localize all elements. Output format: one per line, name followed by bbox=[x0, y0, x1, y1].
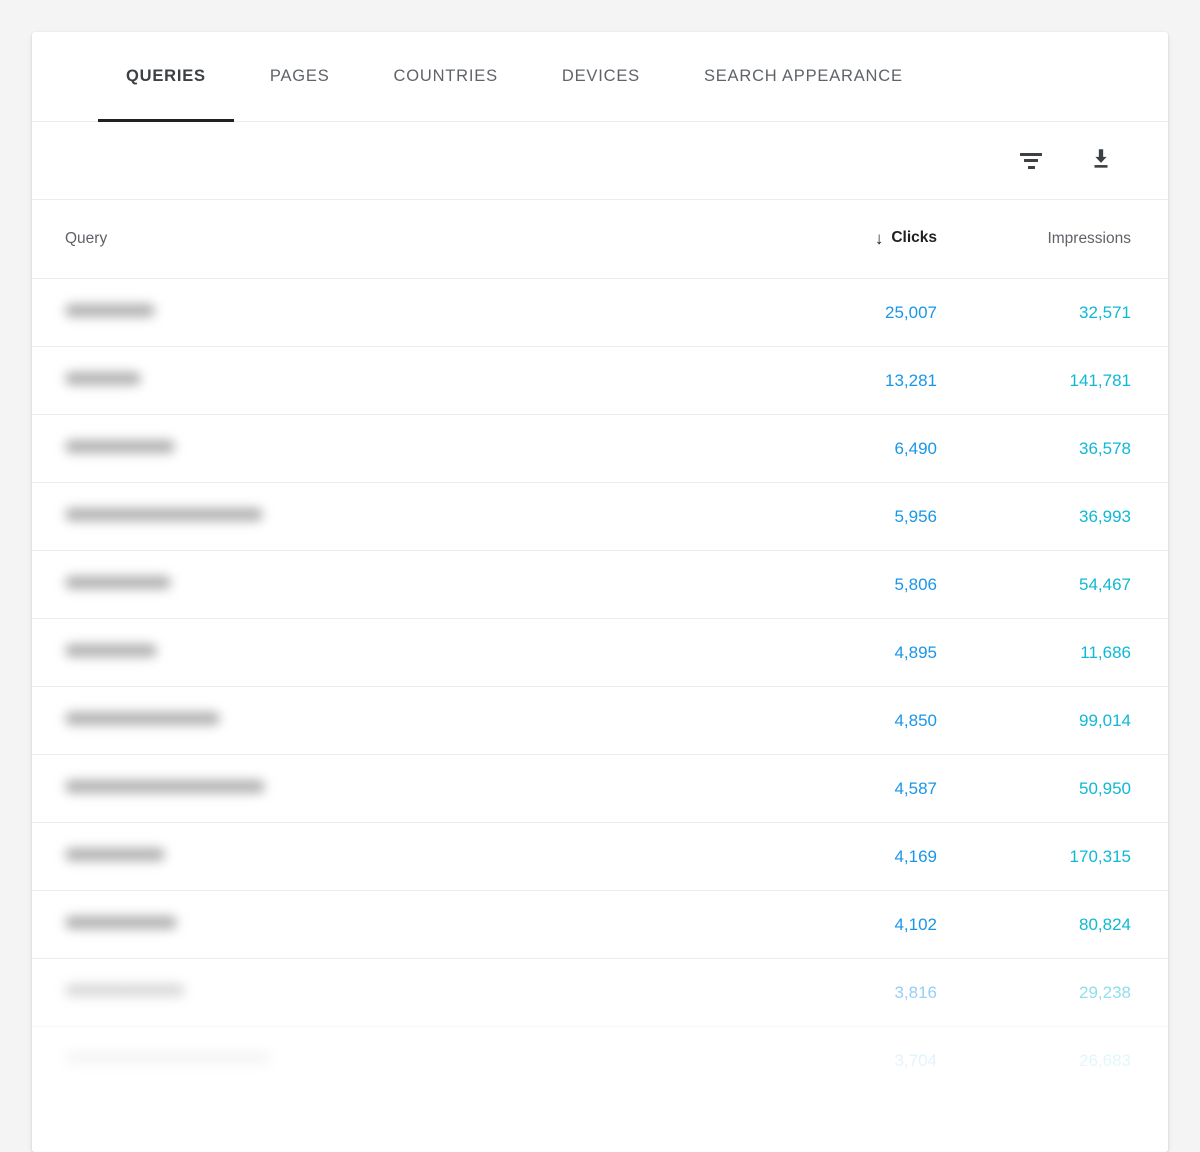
cell-query: cpa marketing bbox=[32, 1120, 718, 1138]
cell-clicks: 3,816 bbox=[718, 983, 968, 1003]
filter-icon bbox=[1019, 151, 1043, 171]
cell-impressions: 29,238 bbox=[968, 983, 1168, 1003]
cell-clicks: 25,007 bbox=[718, 303, 968, 323]
redacted-query-text bbox=[65, 440, 175, 453]
redacted-query-text bbox=[65, 916, 177, 929]
table-row[interactable]: 13,281141,781 bbox=[32, 347, 1168, 415]
cell-query bbox=[32, 848, 718, 866]
cell-impressions: 54,467 bbox=[968, 575, 1168, 595]
active-tab-indicator bbox=[98, 119, 234, 122]
table-row[interactable]: 5,80654,467 bbox=[32, 551, 1168, 619]
table-row[interactable]: 6,49036,578 bbox=[32, 415, 1168, 483]
cell-clicks: 13,281 bbox=[718, 371, 968, 391]
table-row[interactable]: 5,95636,993 bbox=[32, 483, 1168, 551]
table-row[interactable]: 3,81629,238 bbox=[32, 959, 1168, 1027]
table-row[interactable]: 3,70426,683 bbox=[32, 1027, 1168, 1095]
redacted-query-text bbox=[65, 508, 263, 521]
redacted-query-text bbox=[65, 1052, 270, 1065]
cell-impressions: 26,683 bbox=[968, 1051, 1168, 1071]
redacted-query-text bbox=[65, 644, 157, 657]
table-header-row: Query ↓ Clicks Impressions bbox=[32, 200, 1168, 279]
filter-button[interactable] bbox=[1014, 144, 1048, 178]
download-icon bbox=[1088, 146, 1114, 175]
cell-query bbox=[32, 372, 718, 390]
table-row[interactable]: 4,10280,824 bbox=[32, 891, 1168, 959]
tab-bar: QUERIES PAGES COUNTRIES DEVICES SEARCH APPEA… bbox=[32, 32, 1168, 122]
redacted-query-text bbox=[65, 780, 265, 793]
cell-query bbox=[32, 440, 718, 458]
cell-query bbox=[32, 508, 718, 526]
cell-impressions: 36,578 bbox=[968, 439, 1168, 459]
cell-clicks: 3,441 bbox=[718, 1119, 968, 1139]
cell-clicks: 4,895 bbox=[718, 643, 968, 663]
tab-countries[interactable]: COUNTRIES bbox=[362, 32, 530, 122]
table-toolbar bbox=[32, 122, 1168, 200]
cell-impressions: 50,950 bbox=[968, 779, 1168, 799]
cell-query bbox=[32, 780, 718, 798]
cell-query bbox=[32, 1052, 718, 1070]
cell-query bbox=[32, 916, 718, 934]
cell-impressions: 11,686 bbox=[968, 643, 1168, 663]
table-row[interactable]: 4,169170,315 bbox=[32, 823, 1168, 891]
download-button[interactable] bbox=[1084, 144, 1118, 178]
cell-clicks: 4,587 bbox=[718, 779, 968, 799]
tab-devices[interactable]: DEVICES bbox=[530, 32, 672, 122]
cell-query bbox=[32, 712, 718, 730]
table-row[interactable]: 4,58750,950 bbox=[32, 755, 1168, 823]
sort-descending-icon: ↓ bbox=[875, 230, 884, 247]
table-row[interactable]: 4,89511,686 bbox=[32, 619, 1168, 687]
redacted-query-text bbox=[65, 848, 165, 861]
tab-label: SEARCH APPEARANCE bbox=[704, 67, 903, 86]
cell-impressions: 41,305 bbox=[968, 1119, 1168, 1139]
cell-clicks: 3,704 bbox=[718, 1051, 968, 1071]
cell-impressions: 32,571 bbox=[968, 303, 1168, 323]
table-row[interactable]: cpa marketing3,44141,305 bbox=[32, 1095, 1168, 1152]
redacted-query-text bbox=[65, 712, 220, 725]
tab-search-appearance[interactable]: SEARCH APPEARANCE bbox=[672, 32, 935, 122]
tab-label: QUERIES bbox=[126, 67, 206, 86]
redacted-query-text bbox=[65, 372, 141, 385]
search-analytics-card: QUERIES PAGES COUNTRIES DEVICES SEARCH APPEA… bbox=[32, 32, 1168, 1152]
tab-pages[interactable]: PAGES bbox=[238, 32, 362, 122]
column-header-clicks-label: Clicks bbox=[891, 229, 937, 247]
cell-impressions: 170,315 bbox=[968, 847, 1168, 867]
cell-query bbox=[32, 576, 718, 594]
cell-clicks: 5,806 bbox=[718, 575, 968, 595]
cell-query bbox=[32, 304, 718, 322]
redacted-query-text bbox=[65, 576, 171, 589]
tab-label: PAGES bbox=[270, 67, 330, 86]
cell-impressions: 36,993 bbox=[968, 507, 1168, 527]
cell-clicks: 4,850 bbox=[718, 711, 968, 731]
table-row[interactable]: 4,85099,014 bbox=[32, 687, 1168, 755]
cell-impressions: 99,014 bbox=[968, 711, 1168, 731]
tab-queries[interactable]: QUERIES bbox=[94, 32, 238, 122]
table-row[interactable]: 25,00732,571 bbox=[32, 279, 1168, 347]
cell-query bbox=[32, 984, 718, 1002]
redacted-query-text bbox=[65, 304, 155, 317]
table-body: 25,00732,57113,281141,7816,49036,5785,95… bbox=[32, 279, 1168, 1152]
cell-clicks: 5,956 bbox=[718, 507, 968, 527]
cell-clicks: 6,490 bbox=[718, 439, 968, 459]
cell-impressions: 80,824 bbox=[968, 915, 1168, 935]
column-header-clicks[interactable]: ↓ Clicks bbox=[718, 229, 968, 249]
cell-clicks: 4,102 bbox=[718, 915, 968, 935]
redacted-query-text bbox=[65, 984, 185, 997]
column-header-impressions[interactable]: Impressions bbox=[968, 230, 1168, 248]
tab-label: COUNTRIES bbox=[394, 67, 498, 86]
cell-query bbox=[32, 644, 718, 662]
cell-impressions: 141,781 bbox=[968, 371, 1168, 391]
column-header-query[interactable]: Query bbox=[32, 230, 718, 248]
tab-label: DEVICES bbox=[562, 67, 640, 86]
cell-clicks: 4,169 bbox=[718, 847, 968, 867]
